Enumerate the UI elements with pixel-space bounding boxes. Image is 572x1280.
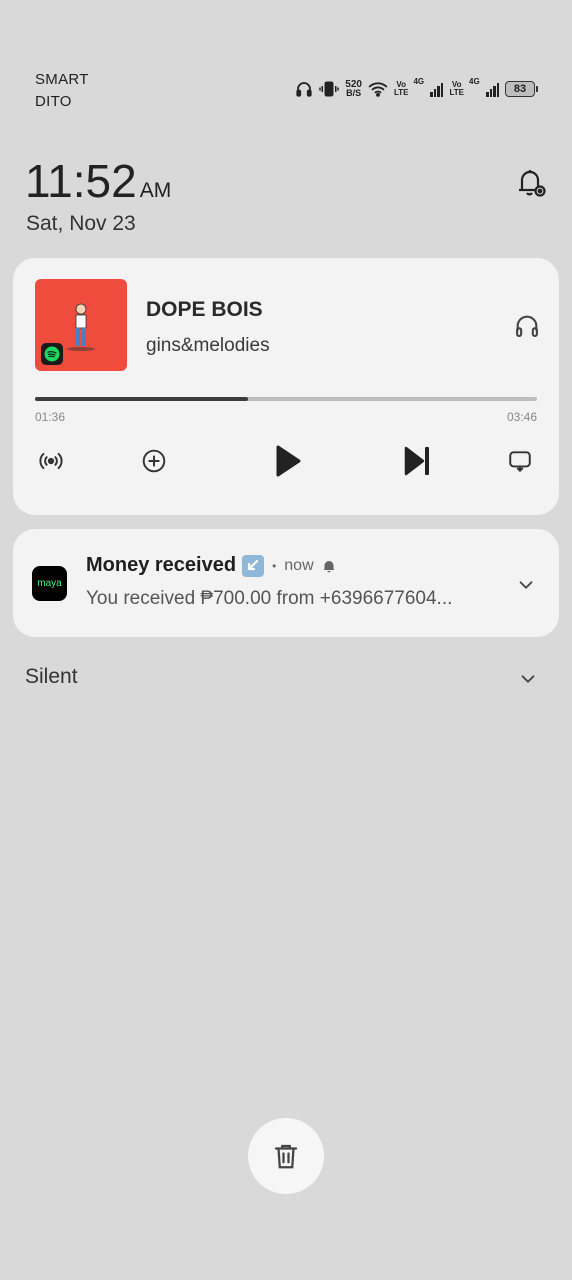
add-button[interactable] [136,443,172,479]
notification-body: You received ₱700.00 from +6396677604... [86,588,453,609]
clear-all-button[interactable] [248,1118,324,1194]
elapsed-time: 01:36 [35,410,66,424]
signal-bars-2: 4G [469,77,499,97]
headphones-icon [296,82,312,97]
network-speed: 520 B/S [345,80,362,98]
seek-bar[interactable] [35,397,537,401]
media-player-card[interactable]: DOPE BOIS gins&melodies 01:36 03:46 [13,258,559,515]
carrier-line-2: DITO [35,93,72,110]
silent-section-label[interactable]: Silent [25,665,78,689]
clock-time: 11:52 [25,155,137,207]
bell-icon [323,560,334,572]
expand-notification-button[interactable] [515,574,537,601]
maya-app-icon: maya [32,566,67,601]
signal-1-label: 4G [413,77,425,86]
network-speed-unit: B/S [346,88,362,98]
vibrate-icon [319,81,340,97]
volte-indicator-2: Vo LTE [449,81,464,97]
signal-bars-1: 4G [413,77,444,97]
skip-next-icon [404,446,429,476]
spotify-icon [41,343,63,365]
volte-indicator-1: Vo LTE [394,81,409,97]
repeat-icon [509,451,531,473]
battery-level: 83 [505,81,535,97]
volte-1-bottom: LTE [393,88,409,97]
chevron-down-icon [519,581,533,589]
wifi-icon [368,82,388,97]
separator-dot: • [272,558,277,573]
notification-settings-button[interactable] [512,163,550,201]
bell-settings-icon [519,170,546,197]
artist-name: gins&melodies [146,335,270,356]
money-received-notification[interactable]: maya Money received • now You received ₱… [13,529,559,637]
play-icon [276,445,301,477]
album-art[interactable] [35,279,127,371]
play-button[interactable] [269,443,305,479]
notification-header: Money received • now [86,554,336,577]
skip-next-button[interactable] [399,443,435,479]
broadcast-button[interactable] [33,443,69,479]
broadcast-icon [39,452,63,470]
clock[interactable]: 11:52 AM [25,154,171,208]
clock-ampm: AM [139,179,172,202]
signal-2-label: 4G [469,77,480,86]
status-icons: 520 B/S Vo LTE 4G Vo LTE 4G 83 [295,76,538,102]
volte-2-bottom: LTE [449,88,464,97]
repeat-button[interactable] [502,443,538,479]
carrier-line-1: SMART [35,71,89,88]
date[interactable]: Sat, Nov 23 [26,212,136,236]
trash-icon [274,1144,298,1169]
seek-progress [35,397,249,401]
check-arrow-emoji-icon [242,554,265,577]
add-icon [142,449,166,473]
expand-silent-button[interactable] [517,668,539,695]
total-time: 03:46 [506,410,537,424]
headphones-icon [516,315,538,337]
chevron-down-icon [521,675,535,683]
notification-time: now [284,556,314,574]
output-device-button[interactable] [513,312,541,345]
battery-icon: 83 [505,81,538,97]
song-title: DOPE BOIS [146,298,263,321]
carrier-info: SMART DITO [35,69,89,113]
notification-title: Money received [86,554,237,576]
